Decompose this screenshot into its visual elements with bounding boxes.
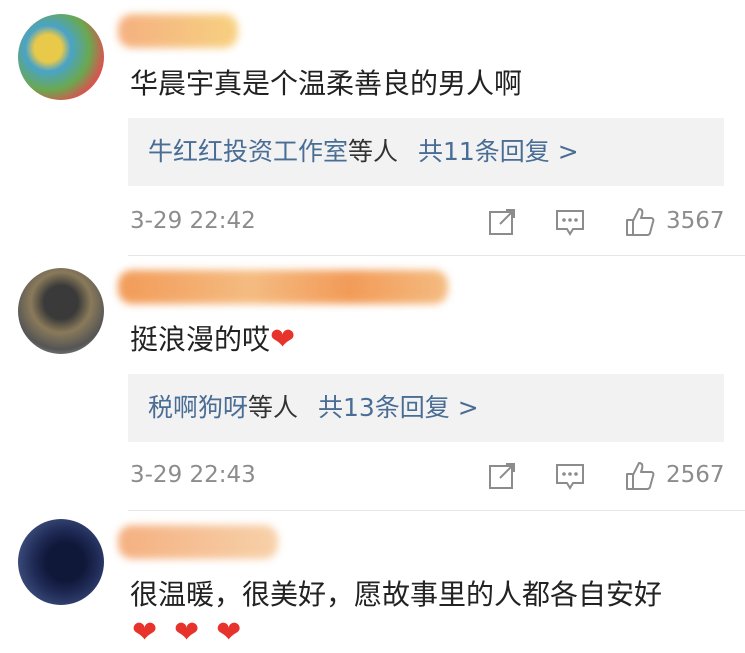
comment-text: 华晨宇真是个温柔善良的男人啊 [130,67,523,100]
reply-suffix: 等人 [248,393,299,422]
heart-emoji: ❤ [132,615,158,650]
reply-summary[interactable]: 牛红红投资工作室等人 共11条回复 > [128,118,724,186]
reply-summary[interactable]: 税啊狗呀等人 共13条回复 > [128,374,724,442]
comment-meta: 3-29 22:42 3567 [130,204,730,244]
reply-suffix: 等人 [348,137,399,166]
avatar[interactable] [18,519,104,605]
reply-count-link[interactable]: 共13条回复 > [318,393,479,422]
heart-emojis: ❤ ❤ ❤ [132,613,241,653]
username-blurred[interactable] [118,525,278,559]
timestamp: 3-29 22:42 [130,208,256,234]
share-icon[interactable] [486,460,518,492]
avatar[interactable] [18,14,104,100]
comment-meta: 3-29 22:43 2567 [130,458,730,498]
share-icon[interactable] [486,206,518,238]
thumbs-up-icon[interactable] [624,460,656,492]
comment-item: 华晨宇真是个温柔善良的男人啊 牛红红投资工作室等人 共11条回复 > 3-29 … [0,0,745,262]
comment-text: 很温暖，很美好，愿故事里的人都各自安好 [130,578,663,611]
heart-emoji: ❤ [216,615,242,650]
like-count: 3567 [666,208,725,234]
comment-icon[interactable] [554,460,586,492]
comment-text: 挺浪漫的哎❤ [130,320,295,360]
comment-icon[interactable] [554,206,586,238]
reply-user-names[interactable]: 牛红红投资工作室 [148,137,348,166]
heart-emoji: ❤ [174,615,200,650]
comment-item: 很温暖，很美好，愿故事里的人都各自安好 ❤ ❤ ❤ [0,511,745,652]
thumbs-up-icon[interactable] [624,206,656,238]
username-blurred[interactable] [118,14,238,48]
comment-item: 挺浪漫的哎❤ 税啊狗呀等人 共13条回复 > 3-29 22:43 2567 [0,256,745,510]
heart-emoji: ❤ [270,322,296,357]
reply-user-names[interactable]: 税啊狗呀 [148,393,248,422]
timestamp: 3-29 22:43 [130,462,256,488]
avatar[interactable] [18,268,104,354]
username-blurred[interactable] [118,270,448,304]
like-count: 2567 [666,462,725,488]
reply-count-link[interactable]: 共11条回复 > [418,137,579,166]
